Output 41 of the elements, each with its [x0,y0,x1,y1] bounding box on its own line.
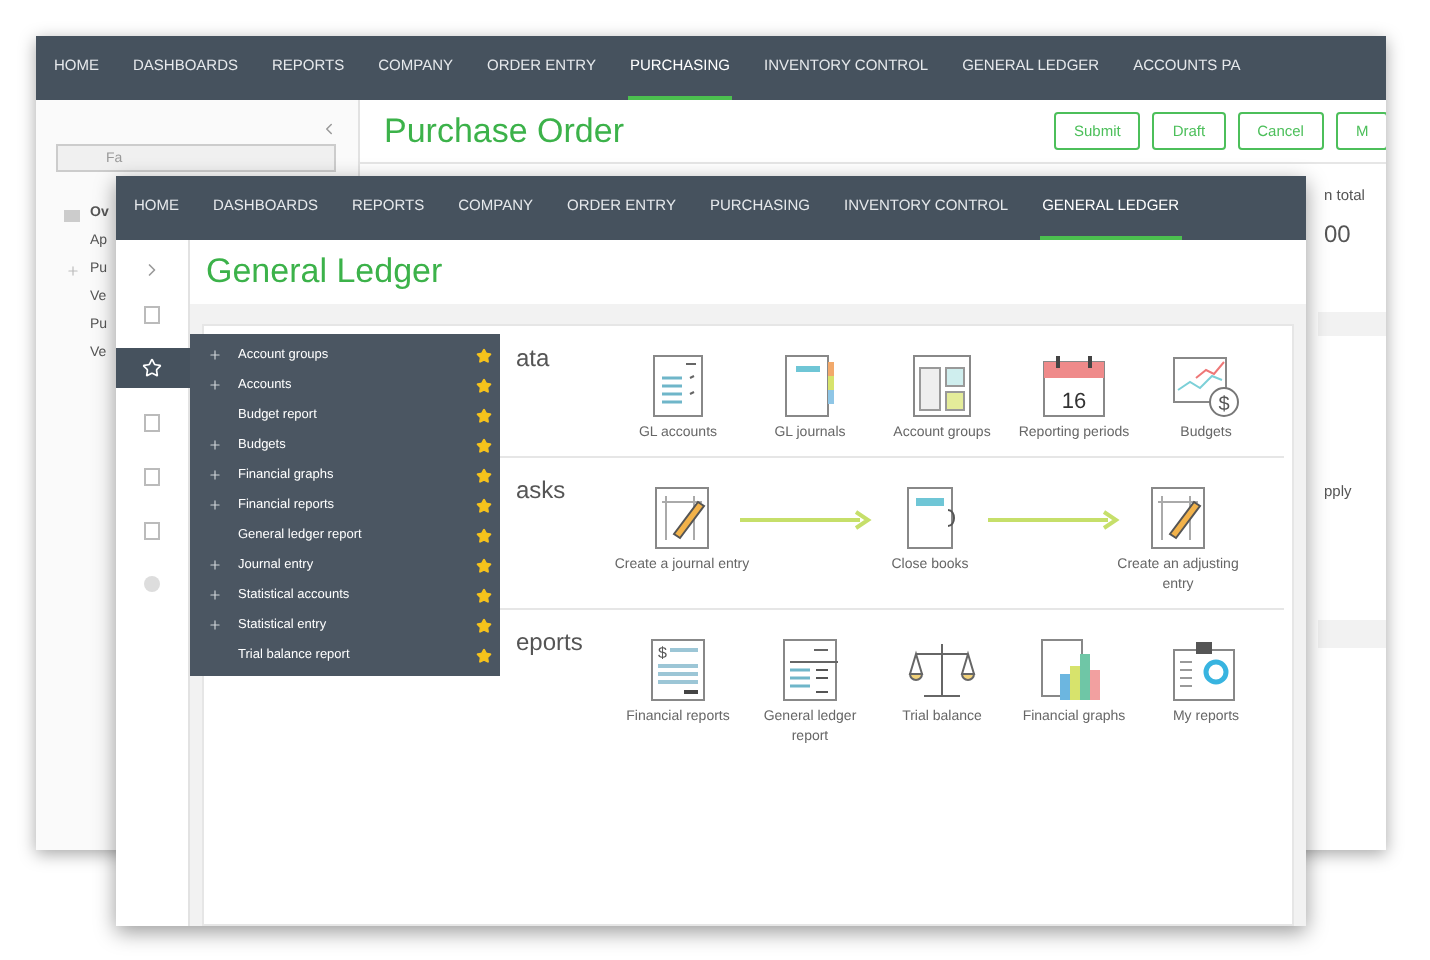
closed-book-icon [902,486,958,550]
pencil-form-icon [1150,486,1206,550]
star-icon[interactable] [476,467,492,483]
section-heading: ata [516,344,550,372]
star-icon[interactable] [476,557,492,573]
star-icon[interactable] [476,647,492,663]
collapse-icon[interactable] [320,120,338,138]
list-icon [64,209,80,221]
clipboard-chart-icon [1172,638,1240,702]
section-heading: eports [516,628,583,656]
page-title: Purchase Order [384,109,626,154]
star-icon[interactable] [476,527,492,543]
plus-icon[interactable] [207,468,221,482]
plus-icon[interactable] [207,498,221,512]
star-icon[interactable] [476,437,492,453]
table-header-band [1318,312,1386,337]
plus-icon[interactable] [207,438,221,452]
ledger-sheet-icon [652,354,704,418]
plus-icon[interactable] [207,348,221,362]
scales-icon [908,638,976,702]
ledger-report-icon [782,638,838,702]
star-icon[interactable] [476,587,492,603]
arrow [740,510,872,530]
table-row-band [1318,619,1386,647]
section-heading: asks [516,476,566,504]
pencil-form-icon [654,486,710,550]
plus-icon[interactable] [207,588,221,602]
plus-icon[interactable] [207,378,221,392]
star-icon[interactable] [476,617,492,633]
plus-icon[interactable] [207,558,221,572]
report-sheet-icon: $ [650,638,706,702]
star-icon[interactable] [476,377,492,393]
page-title: General Ledger [206,250,443,295]
layout-panels-icon [912,354,972,418]
arrow [988,510,1120,530]
journal-book-icon [782,354,838,418]
star-icon[interactable] [476,497,492,513]
total-value: 00 [1324,218,1353,253]
plus-icon[interactable] [207,618,221,632]
star-icon[interactable] [476,347,492,363]
star-icon[interactable] [476,407,492,423]
